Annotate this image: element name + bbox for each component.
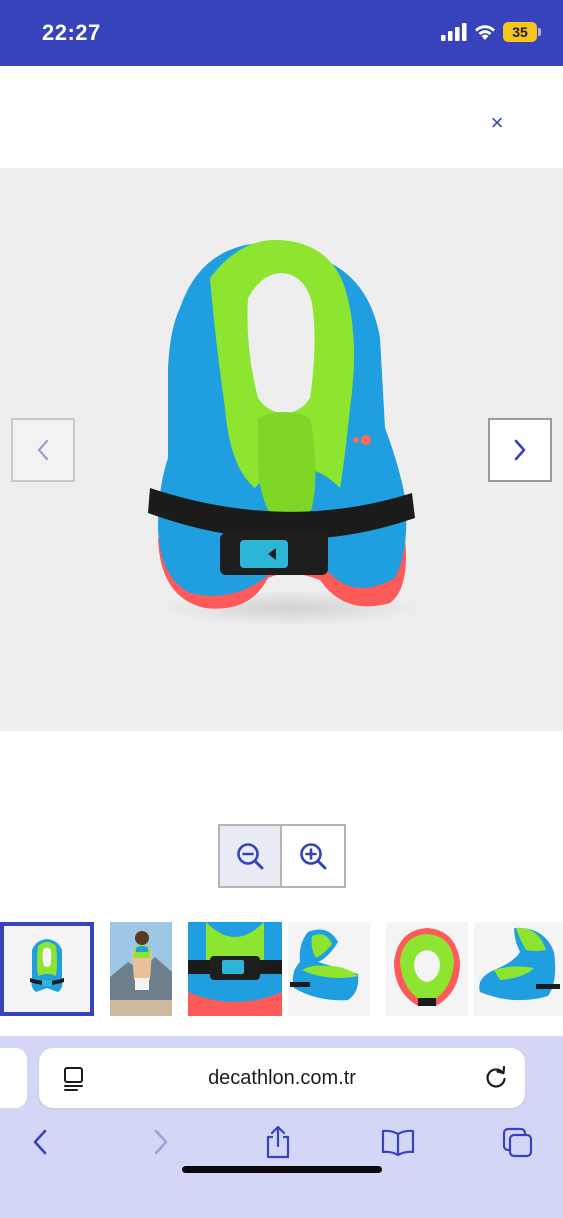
previous-image-button[interactable] [11,418,75,482]
close-button[interactable]: × [480,108,514,138]
forward-button[interactable] [141,1122,181,1162]
thumb-vest-back-logo[interactable] [474,922,563,1016]
browser-toolbar [0,1122,563,1162]
zoom-controls [218,824,346,888]
status-icons: 35 [441,22,541,42]
thumb-buckle-closeup[interactable] [188,922,282,1016]
bookmarks-button[interactable] [378,1122,418,1162]
zoom-out-button[interactable] [220,826,282,886]
share-button[interactable] [258,1122,298,1162]
thumb-vest-front[interactable] [0,922,94,1016]
back-icon [33,1129,47,1155]
forward-icon [154,1129,168,1155]
zoom-in-button[interactable] [282,826,344,886]
thumb-child-wearing-vest[interactable] [110,922,172,1016]
bookmarks-icon [381,1129,415,1156]
chevron-right-icon [514,439,526,461]
share-icon [266,1125,290,1159]
zoom-in-icon [300,843,327,870]
tabs-button[interactable] [497,1122,537,1162]
status-time: 22:27 [42,20,101,45]
battery-tip [538,28,541,36]
reload-icon[interactable] [483,1065,509,1091]
thumbnail-strip [0,922,563,1016]
thumb-vest-side[interactable] [288,922,370,1016]
back-button[interactable] [20,1122,60,1162]
chevron-left-icon [37,439,49,461]
address-bar[interactable]: decathlon.com.tr [39,1048,525,1108]
status-bar: 22:27 35 [0,0,563,66]
cellular-signal-icon [441,23,467,41]
wifi-icon [475,25,495,40]
zoom-out-icon [237,843,264,870]
url-text: decathlon.com.tr [208,1067,356,1089]
browser-chrome: decathlon.com.tr [0,1036,563,1218]
swim-vest-image[interactable] [0,168,563,731]
product-image-viewer: 22:27 35 × decathlon.com.tr [0,0,563,1218]
main-image-stage [0,168,563,731]
tabs-icon [502,1127,533,1158]
home-indicator[interactable] [182,1166,382,1173]
battery-indicator: 35 [503,22,537,42]
previous-tab-preview[interactable] [0,1048,27,1108]
thumb-vest-top[interactable] [386,922,468,1016]
next-image-button[interactable] [488,418,552,482]
